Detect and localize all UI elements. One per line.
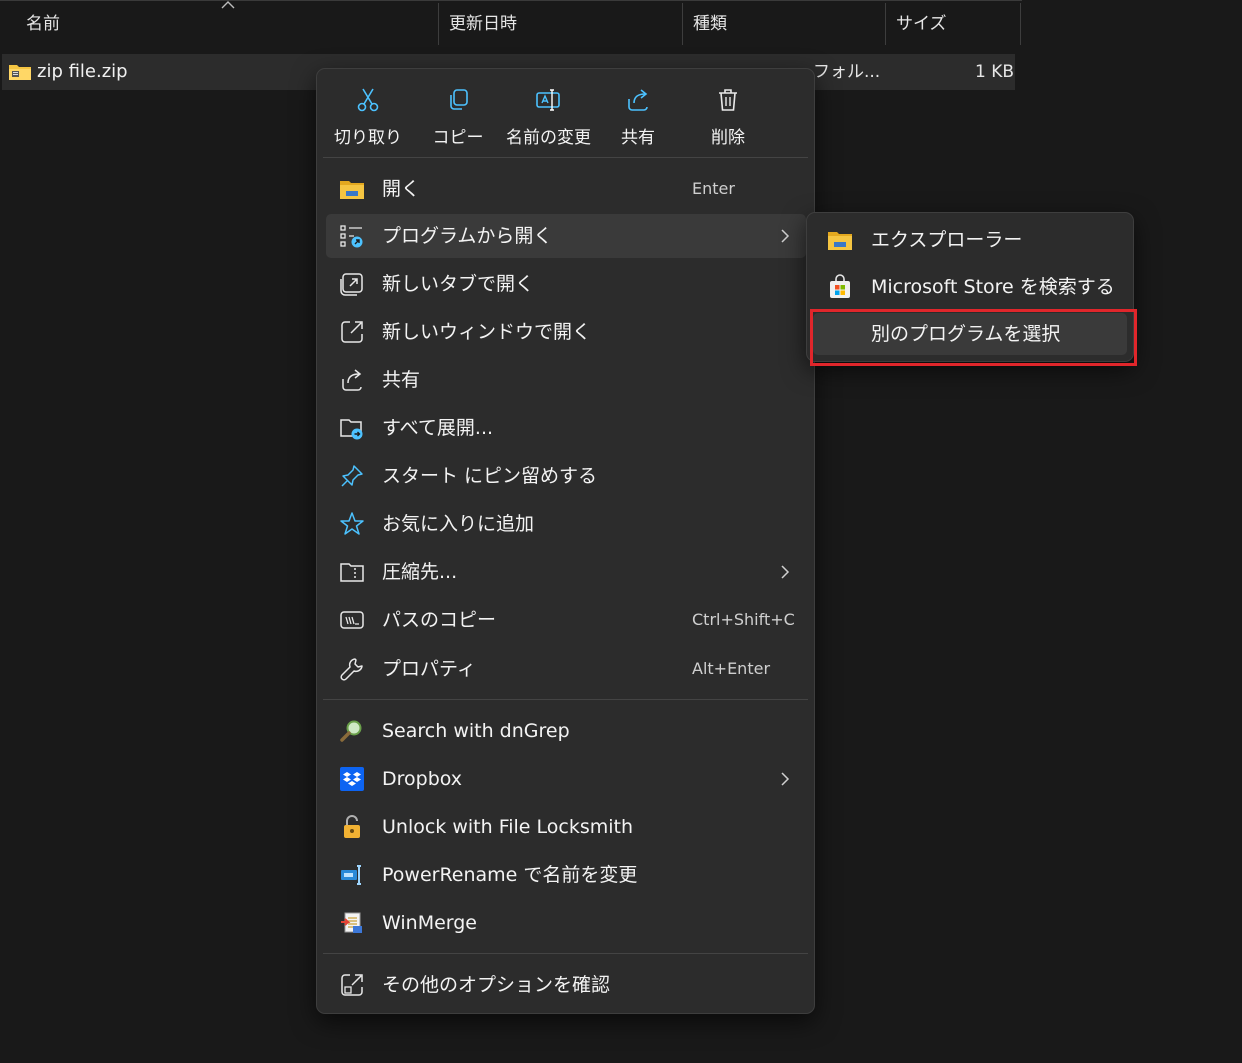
menu-item-label: プログラムから開く [382, 225, 553, 247]
menu-item-add-favorite[interactable]: お気に入りに追加 [326, 502, 806, 546]
rename-label: 名前の変更 [506, 128, 591, 148]
menu-item-label: パスのコピー [382, 609, 497, 631]
rename-icon [536, 89, 560, 111]
menu-item-label: その他のオプションを確認 [382, 974, 611, 996]
menu-item-file-locksmith[interactable]: Unlock with File Locksmith [326, 805, 806, 849]
more-options-icon [341, 974, 363, 996]
chevron-right-icon [781, 229, 790, 243]
menu-item-label: Dropbox [382, 768, 463, 790]
submenu-item-explorer[interactable]: エクスプローラー [813, 219, 1127, 261]
shortcut-label: Alt+Enter [692, 659, 771, 678]
delete-button[interactable]: 削除 [686, 79, 770, 153]
menu-item-label: すべて展開... [382, 417, 494, 439]
star-icon [340, 512, 364, 535]
menu-item-search-dngrep[interactable]: Search with dnGrep [326, 709, 806, 753]
menu-item-dropbox[interactable]: Dropbox [326, 757, 806, 801]
shortcut-label: Enter [692, 179, 735, 198]
extract-icon [340, 419, 363, 440]
open-with-icon [340, 225, 363, 248]
column-name[interactable]: 名前 [26, 1, 60, 47]
pin-icon [341, 465, 363, 487]
column-type[interactable]: 種類 [693, 1, 727, 47]
lock-icon [344, 815, 360, 838]
trash-icon [719, 89, 737, 111]
menu-item-label: PowerRename で名前を変更 [382, 864, 638, 886]
column-divider[interactable] [885, 3, 886, 45]
file-type: フォル... [813, 62, 881, 82]
highlight-box [810, 309, 1137, 366]
share-button[interactable]: 共有 [596, 79, 680, 153]
file-size: 1 KB [975, 62, 1015, 82]
cut-label: 切り取り [334, 128, 402, 148]
compress-icon [340, 563, 364, 582]
menu-item-properties[interactable]: プロパティ Alt+Enter [326, 647, 806, 691]
menu-item-label: スタート にピン留めする [382, 465, 598, 487]
submenu-item-label: エクスプローラー [871, 229, 1023, 251]
folder-icon [340, 181, 364, 199]
explorer-icon [828, 232, 852, 250]
column-divider[interactable] [682, 3, 683, 45]
share-icon [628, 89, 648, 111]
share-icon [342, 369, 362, 391]
menu-item-label: Search with dnGrep [382, 720, 570, 742]
chevron-right-icon [781, 565, 790, 579]
copy-icon [450, 89, 468, 110]
wrench-icon [340, 658, 363, 681]
delete-label: 削除 [711, 128, 745, 148]
menu-item-label: 圧縮先... [382, 561, 458, 583]
menu-item-powerrename[interactable]: PowerRename で名前を変更 [326, 853, 806, 897]
menu-item-label: プロパティ [382, 658, 476, 680]
menu-item-open-with[interactable]: プログラムから開く [326, 214, 806, 258]
menu-separator [323, 953, 808, 954]
store-icon [830, 274, 850, 298]
sort-ascending-icon[interactable] [220, 0, 236, 11]
copy-path-icon [340, 611, 364, 629]
dropbox-icon [340, 767, 364, 791]
menu-item-copy-path[interactable]: パスのコピー Ctrl+Shift+C [326, 598, 806, 642]
chevron-right-icon [781, 772, 790, 786]
column-size[interactable]: サイズ [896, 1, 947, 47]
new-tab-icon [340, 273, 363, 296]
menu-item-open[interactable]: 開く Enter [326, 167, 806, 211]
menu-item-winmerge[interactable]: WinMerge [326, 901, 806, 945]
menu-separator [323, 699, 808, 700]
menu-item-label: お気に入りに追加 [382, 513, 535, 535]
dngrep-icon [340, 720, 362, 742]
column-divider[interactable] [1020, 3, 1021, 45]
copy-label: コピー [432, 128, 484, 148]
zip-folder-icon [9, 65, 31, 80]
menu-item-label: 新しいウィンドウで開く [382, 321, 592, 343]
copy-button[interactable]: コピー [416, 79, 500, 153]
menu-separator [323, 157, 808, 158]
menu-item-open-new-tab[interactable]: 新しいタブで開く [326, 262, 806, 306]
context-menu: 切り取り コピー 名前の変更 共有 削除 開く Enter プログラムから開く … [316, 68, 815, 1014]
submenu-item-label: Microsoft Store を検索する [871, 276, 1115, 298]
file-name[interactable]: zip file.zip [37, 54, 128, 90]
rename-button[interactable]: 名前の変更 [506, 79, 591, 153]
new-window-icon [341, 321, 363, 343]
menu-item-compress-to[interactable]: 圧縮先... [326, 550, 806, 594]
menu-item-open-new-window[interactable]: 新しいウィンドウで開く [326, 310, 806, 354]
menu-item-extract-all[interactable]: すべて展開... [326, 406, 806, 450]
cut-button[interactable]: 切り取り [326, 79, 410, 153]
shortcut-label: Ctrl+Shift+C [692, 610, 795, 629]
menu-item-share[interactable]: 共有 [326, 358, 806, 402]
column-modified[interactable]: 更新日時 [449, 1, 517, 47]
column-header: 名前 更新日時 種類 サイズ [0, 0, 1022, 47]
menu-item-label: Unlock with File Locksmith [382, 816, 634, 838]
winmerge-icon [341, 912, 362, 933]
powerrename-icon [341, 865, 361, 885]
menu-item-label: WinMerge [382, 912, 477, 934]
menu-item-pin-to-start[interactable]: スタート にピン留めする [326, 454, 806, 498]
column-divider[interactable] [438, 3, 439, 45]
submenu-item-microsoft-store[interactable]: Microsoft Store を検索する [813, 266, 1127, 308]
menu-item-more-options[interactable]: その他のオプションを確認 [326, 963, 806, 1007]
scissors-icon [357, 88, 379, 112]
menu-item-label: 共有 [382, 369, 421, 391]
share-label: 共有 [621, 128, 655, 148]
menu-item-label: 新しいタブで開く [382, 273, 535, 295]
menu-item-label: 開く [382, 178, 421, 200]
